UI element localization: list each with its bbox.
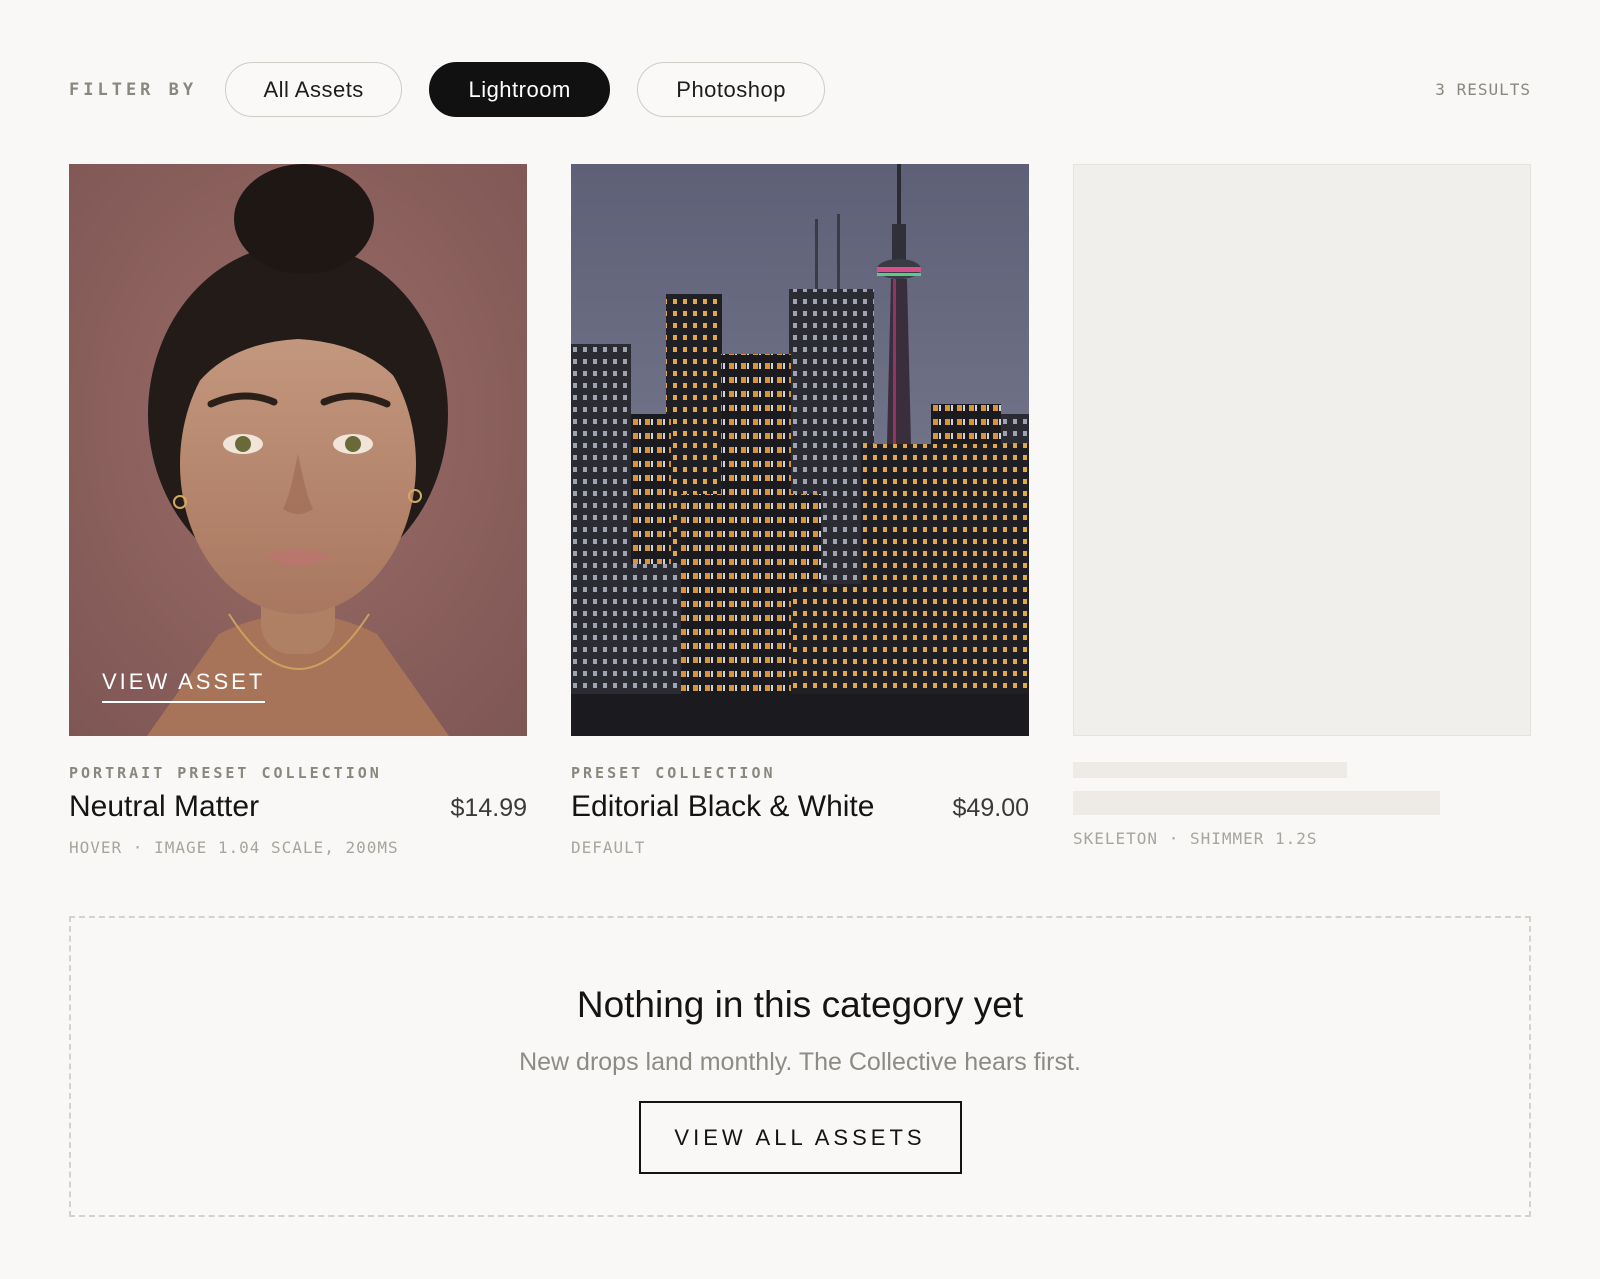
card-eyebrow: PORTRAIT PRESET COLLECTION: [69, 764, 382, 782]
results-count: 3 RESULTS: [1435, 80, 1531, 99]
empty-state-subtitle: New drops land monthly. The Collective h…: [519, 1048, 1081, 1076]
portrait-illustration: [69, 164, 527, 736]
skeleton-card: SKELETON · SHIMMER 1.2S: [1073, 164, 1531, 848]
portrait-photo[interactable]: VIEW ASSET: [69, 164, 527, 736]
card-meta: DEFAULT: [571, 838, 646, 857]
city-skyline-photo[interactable]: [571, 164, 1029, 736]
skeleton-image-placeholder: [1073, 164, 1531, 736]
skeleton-eyebrow-line: [1073, 762, 1347, 778]
empty-state-panel: Nothing in this category yet New drops l…: [69, 916, 1531, 1217]
filter-bar: FILTER BY All Assets Lightroom Photoshop…: [69, 62, 1531, 117]
view-all-assets-button[interactable]: VIEW ALL ASSETS: [638, 1101, 962, 1174]
card-price: $49.00: [952, 794, 1029, 822]
card-eyebrow: PRESET COLLECTION: [571, 764, 776, 782]
card-title[interactable]: Neutral Matter: [69, 790, 259, 824]
filter-pill-lightroom[interactable]: Lightroom: [429, 62, 611, 117]
filter-pill-all-assets[interactable]: All Assets: [225, 62, 403, 117]
skeleton-meta: SKELETON · SHIMMER 1.2S: [1073, 829, 1318, 848]
empty-state-title: Nothing in this category yet: [576, 984, 1024, 1025]
card-meta: HOVER · IMAGE 1.04 SCALE, 200MS: [69, 838, 399, 857]
card-title-row: Editorial Black & White $49.00: [571, 790, 1029, 824]
card-price: $14.99: [450, 794, 527, 822]
filter-pill-photoshop[interactable]: Photoshop: [637, 62, 826, 117]
asset-card-neutral-matter[interactable]: VIEW ASSET PORTRAIT PRESET COLLECTION Ne…: [69, 164, 527, 857]
filter-label: FILTER BY: [69, 79, 198, 100]
card-title[interactable]: Editorial Black & White: [571, 790, 874, 824]
card-title-row: Neutral Matter $14.99: [69, 790, 527, 824]
asset-card-editorial-bw[interactable]: PRESET COLLECTION Editorial Black & Whit…: [571, 164, 1029, 857]
skeleton-title-line: [1073, 791, 1440, 815]
view-asset-link[interactable]: VIEW ASSET: [102, 669, 266, 703]
skyline-illustration: [571, 164, 1029, 736]
page: FILTER BY All Assets Lightroom Photoshop…: [0, 0, 1600, 1279]
